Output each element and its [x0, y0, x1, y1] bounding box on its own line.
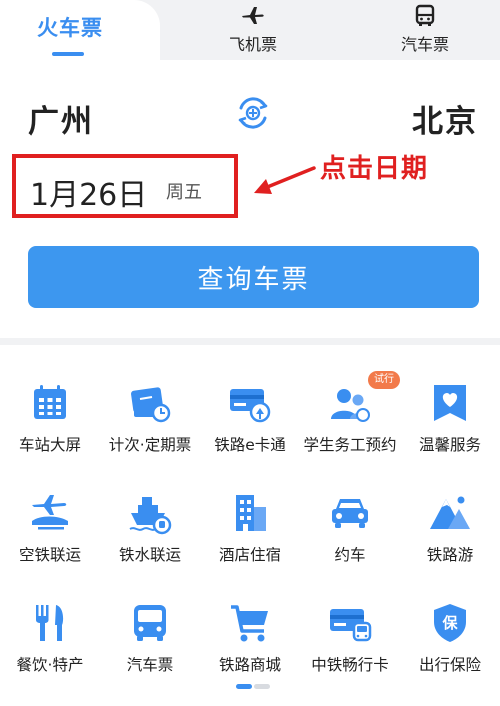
- service-crc-card[interactable]: 中铁畅行卡: [300, 565, 400, 675]
- departure-city[interactable]: 广州: [28, 96, 94, 141]
- service-label: 汽车票: [126, 656, 174, 674]
- air-rail-icon: [32, 495, 68, 530]
- transport-tabs: 火车票 飞机票 汽车票: [0, 0, 500, 62]
- heart-service-icon: [434, 385, 466, 421]
- fork-knife-icon: [36, 605, 64, 641]
- service-label: 车站大屏: [18, 436, 81, 454]
- service-student-worker[interactable]: 学生务工预约: [300, 345, 400, 455]
- service-hotel[interactable]: 酒店住宿: [200, 455, 300, 565]
- service-label: 约车: [334, 546, 366, 564]
- service-rail-ecard[interactable]: 铁路e卡通: [200, 345, 300, 455]
- tab-train-label: 火车票: [37, 16, 103, 40]
- service-label: 铁水联运: [118, 546, 181, 564]
- arrival-city[interactable]: 北京: [412, 96, 478, 141]
- tab-flight[interactable]: 飞机票: [183, 0, 323, 60]
- booking-card: 广州 北京 1月26日 周五 点击日期 查询车票: [0, 60, 500, 338]
- cart-icon: [231, 605, 268, 642]
- bus-icon: [134, 605, 166, 641]
- annotation-text: 点击日期: [320, 154, 429, 184]
- service-label: 学生务工预约: [303, 436, 397, 454]
- service-label: 空铁联运: [18, 546, 81, 564]
- service-warm-service[interactable]: 温馨服务: [400, 345, 500, 455]
- service-label: 中铁畅行卡: [311, 656, 389, 674]
- tab-flight-label: 飞机票: [228, 35, 277, 54]
- service-bus-ticket[interactable]: 汽车票: [100, 565, 200, 675]
- rail-card-icon: [230, 389, 271, 423]
- hotel-icon: [236, 495, 266, 531]
- bus-tab-icon: [415, 4, 435, 26]
- service-label: 铁路e卡通: [214, 436, 286, 454]
- swap-cities-icon[interactable]: [234, 94, 272, 132]
- svg-text:保: 保: [441, 614, 458, 632]
- service-label: 餐饮·特产: [16, 656, 84, 674]
- service-label: 酒店住宿: [218, 546, 281, 564]
- service-rail-tour[interactable]: 铁路游: [400, 455, 500, 565]
- insurance-shield-icon: 保: [434, 604, 466, 642]
- tab-bus[interactable]: 汽车票: [355, 0, 495, 60]
- service-label: 计次·定期票: [108, 436, 192, 454]
- people-icon: [331, 389, 370, 422]
- annotation-arrow-icon: [254, 166, 316, 194]
- service-food[interactable]: 餐饮·特产: [0, 565, 100, 675]
- service-label: 温馨服务: [418, 436, 481, 454]
- travel-weekday: 周五: [166, 182, 202, 203]
- page-indicator-inactive: [254, 684, 270, 689]
- trial-badge: 试行: [368, 371, 400, 389]
- service-label: 出行保险: [418, 656, 481, 674]
- date-picker[interactable]: 1月26日 周五: [12, 154, 238, 218]
- travel-date: 1月26日: [30, 178, 148, 213]
- search-tickets-button[interactable]: 查询车票: [28, 246, 479, 308]
- page-indicator-active: [236, 684, 252, 689]
- service-count-ticket[interactable]: 计次·定期票: [100, 345, 200, 455]
- tab-train[interactable]: 火车票: [0, 0, 140, 60]
- ticket-clock-icon: [131, 387, 171, 423]
- service-air-rail[interactable]: 空铁联运: [0, 455, 100, 565]
- ship-rail-icon: [129, 497, 172, 535]
- car-icon: [332, 499, 368, 528]
- service-travel-insurance[interactable]: 保 出行保险: [400, 565, 500, 675]
- active-tab-indicator: [52, 52, 84, 56]
- train-card-icon: [330, 609, 372, 642]
- service-ship-rail[interactable]: 铁水联运: [100, 455, 200, 565]
- service-rail-mall[interactable]: 铁路商城: [200, 565, 300, 675]
- airplane-icon: [242, 7, 264, 24]
- mountain-icon: [430, 496, 470, 529]
- service-label: 铁路商城: [218, 656, 281, 674]
- service-ride-hailing[interactable]: 约车: [300, 455, 400, 565]
- service-station-screen[interactable]: 车站大屏: [0, 345, 100, 455]
- station-screen-icon: [34, 385, 66, 419]
- page-indicator: [236, 684, 272, 689]
- tab-bus-label: 汽车票: [400, 35, 449, 54]
- service-label: 铁路游: [426, 546, 474, 564]
